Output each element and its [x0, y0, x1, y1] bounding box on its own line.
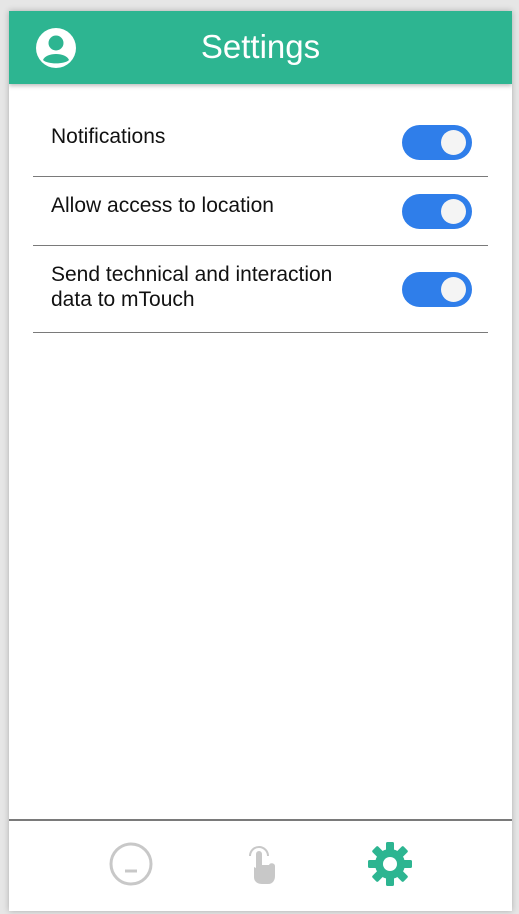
setting-row-data-sharing: Send technical and interaction data to m…: [33, 246, 488, 333]
settings-list: Notifications Allow access to location S…: [33, 107, 488, 333]
setting-label-data-sharing: Send technical and interaction data to m…: [51, 263, 333, 311]
gear-icon: [368, 842, 412, 886]
app-bar: Settings: [9, 11, 512, 84]
toggle-knob: [441, 277, 466, 302]
toggle-knob: [441, 130, 466, 155]
app-window: Settings Notifications Allow access to l…: [9, 11, 512, 911]
page-title: Settings: [200, 28, 321, 65]
data-sharing-toggle[interactable]: [402, 272, 472, 307]
notifications-toggle[interactable]: [402, 125, 472, 160]
neutral-face-icon: [109, 842, 153, 886]
toggle-knob: [441, 199, 466, 224]
setting-label-notifications: Notifications: [51, 125, 166, 148]
setting-row-notifications: Notifications: [33, 107, 488, 177]
touch-hand-icon: [249, 846, 275, 884]
nav-touch-button[interactable]: [237, 839, 287, 889]
setting-label-location: Allow access to location: [51, 194, 274, 217]
bottom-navigation: [9, 819, 512, 911]
setting-row-location: Allow access to location: [33, 177, 488, 246]
nav-face-button[interactable]: [106, 839, 156, 889]
location-toggle[interactable]: [402, 194, 472, 229]
nav-settings-button[interactable]: [365, 839, 415, 889]
